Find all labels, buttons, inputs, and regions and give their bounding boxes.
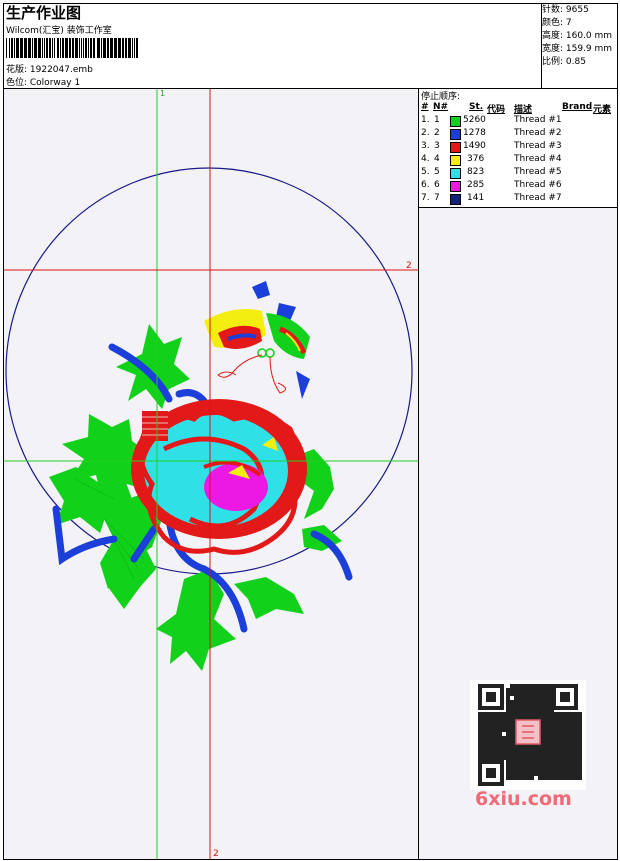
table-row[interactable]: 2. 2 1278 Thread #2 <box>421 128 617 141</box>
row-needle: 1 <box>434 115 440 125</box>
color-swatch <box>450 142 461 153</box>
row-stitches: 141 <box>467 193 485 203</box>
row-needle: 4 <box>434 154 440 164</box>
color-swatch <box>450 181 461 192</box>
col-code: 代码 <box>487 105 506 115</box>
guide-label-h-red: 2 <box>406 261 412 271</box>
table-row[interactable]: 6. 6 285 Thread #6 <box>421 180 617 193</box>
table-row[interactable]: 3. 3 1490 Thread #3 <box>421 141 617 154</box>
row-stitches: 376 <box>467 154 485 164</box>
row-stitches: 1490 <box>463 141 486 151</box>
row-description: Thread #7 <box>514 193 562 203</box>
row-stitches: 823 <box>467 167 485 177</box>
row-index: 5. <box>421 167 430 177</box>
row-description: Thread #5 <box>514 167 562 177</box>
col-brand: Brand <box>562 102 593 112</box>
row-stitches: 1278 <box>463 128 486 138</box>
col-index: # <box>421 102 429 112</box>
software-subtitle: Wilcom(汇宝) 装饰工作室 <box>6 26 112 36</box>
barcode <box>6 38 138 58</box>
colorway-label: 色位: Colorway 1 <box>6 78 81 88</box>
table-row[interactable]: 7. 7 141 Thread #7 <box>421 193 617 206</box>
color-count: 颜色: 7 <box>542 18 572 28</box>
row-index: 4. <box>421 154 430 164</box>
row-needle: 5 <box>434 167 440 177</box>
stop-sequence-title: 停止顺序: <box>421 92 461 102</box>
row-index: 3. <box>421 141 430 151</box>
row-index: 1. <box>421 115 430 125</box>
row-index: 7. <box>421 193 430 203</box>
row-description: Thread #3 <box>514 141 562 151</box>
row-needle: 3 <box>434 141 440 151</box>
guide-label-v-green: 1 <box>160 89 165 98</box>
row-description: Thread #4 <box>514 154 562 164</box>
row-description: Thread #6 <box>514 180 562 190</box>
row-needle: 6 <box>434 180 440 190</box>
design-stats: 针数: 9655 颜色: 7 高度: 160.0 mm 宽度: 159.9 mm… <box>542 4 612 69</box>
row-needle: 7 <box>434 193 440 203</box>
row-index: 2. <box>421 128 430 138</box>
color-swatch <box>450 155 461 166</box>
table-row[interactable]: 1. 1 5260 Thread #1 <box>421 115 617 128</box>
watermark-brand[interactable]: 6xiu.com <box>475 788 572 810</box>
qr-watermark <box>470 680 586 800</box>
table-row[interactable]: 5. 5 823 Thread #5 <box>421 167 617 180</box>
color-swatch <box>450 116 461 127</box>
design-scale: 比例: 0.85 <box>542 57 586 67</box>
row-stitches: 5260 <box>463 115 486 125</box>
row-needle: 2 <box>434 128 440 138</box>
color-swatch <box>450 168 461 179</box>
row-description: Thread #2 <box>514 128 562 138</box>
butterfly-motif <box>204 281 310 399</box>
qr-code-icon <box>470 680 586 790</box>
col-description: 描述 <box>514 105 533 115</box>
col-element: 元素 <box>593 105 612 115</box>
page-title: 生产作业图 <box>6 4 82 22</box>
guide-label-v-red: 2 <box>213 849 219 859</box>
col-needle: N# <box>433 102 449 112</box>
design-width: 宽度: 159.9 mm <box>542 44 613 54</box>
row-stitches: 285 <box>467 180 485 190</box>
stitch-count: 针数: 9655 <box>542 5 589 15</box>
color-swatch <box>450 129 461 140</box>
col-stitches: St. <box>469 102 484 112</box>
row-description: Thread #1 <box>514 115 562 125</box>
embroidery-preview[interactable]: 1 2 2 <box>4 89 418 859</box>
design-file-label: 花版: 1922047.emb <box>6 65 93 75</box>
design-height: 高度: 160.0 mm <box>542 31 613 41</box>
color-swatch <box>450 194 461 205</box>
table-row[interactable]: 4. 4 376 Thread #4 <box>421 154 617 167</box>
row-index: 6. <box>421 180 430 190</box>
